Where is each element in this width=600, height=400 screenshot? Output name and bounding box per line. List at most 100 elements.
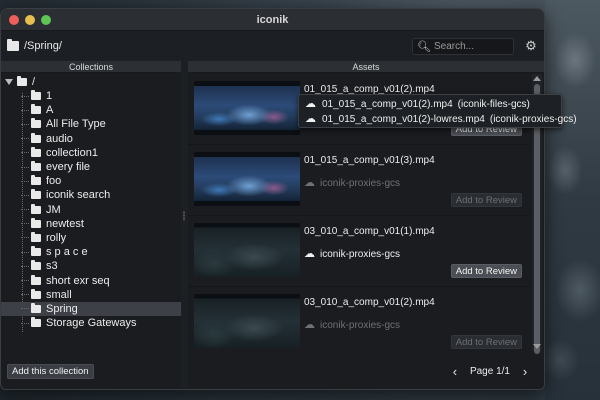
splitter-grip-icon[interactable] <box>183 211 185 221</box>
desktop-background <box>545 0 600 400</box>
storage-location[interactable]: ☁︎ iconik-proxies-gcs <box>304 320 400 332</box>
collection-item[interactable]: A <box>1 103 181 117</box>
folder-icon <box>31 302 41 313</box>
folder-icon <box>31 118 41 129</box>
pagination: ‹ Page 1/1 › <box>448 364 532 379</box>
asset-filename: 03_010_a_comp_v01(1).mp4 <box>304 226 435 237</box>
collection-label: A <box>46 104 54 117</box>
zoom-window-button[interactable] <box>41 15 51 25</box>
window-controls <box>9 15 51 25</box>
folder-icon <box>31 231 41 242</box>
file-location-option[interactable]: ☁︎ 01_015_a_comp_v01(2).mp4 (iconik-files-… <box>299 97 561 112</box>
collection-label: iconik search <box>46 189 111 202</box>
chevron-right-icon[interactable]: › <box>518 364 532 379</box>
collection-item[interactable]: foo <box>1 174 181 188</box>
add-collection-button[interactable]: Add this collection <box>7 363 94 379</box>
gear-icon[interactable]: ⚙ <box>524 38 538 54</box>
collection-label: s p a c e <box>46 246 88 259</box>
folder-icon <box>31 260 41 271</box>
collection-item[interactable]: audio <box>1 132 181 146</box>
scroll-down-icon[interactable] <box>533 344 541 349</box>
collection-item[interactable]: newtest <box>1 217 181 231</box>
search-icon: 🔍︎ <box>417 40 431 53</box>
tree-root-label: / <box>32 76 36 88</box>
expand-triangle-icon[interactable] <box>5 79 13 85</box>
folder-icon <box>31 217 41 228</box>
collection-item[interactable]: s p a c e <box>1 245 181 259</box>
option-location: (iconik-proxies-gcs) <box>489 114 577 125</box>
add-to-review-button[interactable]: Add to Review <box>450 264 522 278</box>
tree-connector <box>21 223 29 225</box>
collection-item[interactable]: iconik search <box>1 188 181 202</box>
collection-item[interactable]: 1 <box>1 89 181 103</box>
tree-connector <box>21 180 29 182</box>
search-box[interactable]: 🔍︎ <box>412 37 514 55</box>
collection-item[interactable]: rolly <box>1 231 181 245</box>
tree-root[interactable]: / <box>1 75 181 89</box>
tree-connector <box>21 95 29 97</box>
option-filename: 01_015_a_comp_v01(2).mp4 <box>322 99 453 110</box>
folder-icon <box>7 39 19 51</box>
folder-icon <box>31 132 41 143</box>
collection-label: Storage Gateways <box>46 317 137 330</box>
collection-label: short exr seq <box>46 274 110 287</box>
asset-thumbnail[interactable] <box>194 81 300 135</box>
close-window-button[interactable] <box>9 15 19 25</box>
collection-label: JM <box>46 203 61 216</box>
folder-icon <box>31 288 41 299</box>
search-input[interactable] <box>433 40 512 52</box>
collection-label: audio <box>46 132 73 145</box>
collection-label: Spring <box>46 302 78 315</box>
tree-connector <box>21 251 29 253</box>
asset-filename: 01_015_a_comp_v01(3).mp4 <box>304 155 435 166</box>
asset-row[interactable]: 03_010_a_comp_v01(1).mp4 ☁︎ iconik-proxies… <box>188 216 530 287</box>
cloud-icon: ☁︎ <box>304 177 315 189</box>
window-title: iconik <box>256 13 289 26</box>
collection-label: s3 <box>46 260 58 273</box>
asset-thumbnail[interactable] <box>194 294 300 348</box>
asset-thumbnail[interactable] <box>194 223 300 277</box>
collection-item[interactable]: every file <box>1 160 181 174</box>
footer-bar: Add this collection ‹ Page 1/1 › <box>1 353 544 389</box>
tree-connector <box>21 322 29 324</box>
asset-filename: 03_010_a_comp_v01(2).mp4 <box>304 297 435 308</box>
folder-icon <box>31 146 41 157</box>
tree-connector <box>21 194 29 196</box>
collection-item[interactable]: All File Type <box>1 117 181 131</box>
scroll-up-icon[interactable] <box>533 76 541 81</box>
collection-label: collection1 <box>46 146 98 159</box>
collection-item[interactable]: collection1 <box>1 146 181 160</box>
storage-name: iconik-proxies-gcs <box>320 178 401 189</box>
option-filename: 01_015_a_comp_v01(2)-lowres.mp4 <box>322 114 485 125</box>
collection-item[interactable]: Storage Gateways <box>1 316 181 330</box>
add-to-review-button[interactable]: Add to Review <box>450 193 522 207</box>
storage-location[interactable]: ☁︎ iconik-proxies-gcs <box>304 249 400 261</box>
assets-header: Assets <box>188 61 544 73</box>
folder-icon <box>31 274 41 285</box>
title-bar: iconik <box>1 9 544 31</box>
asset-row[interactable]: 01_015_a_comp_v01(3).mp4 ☁︎ iconik-proxies… <box>188 145 530 216</box>
cloud-icon: ☁︎ <box>305 98 316 110</box>
collection-label: All File Type <box>46 118 106 131</box>
file-location-option[interactable]: ☁︎ 01_015_a_comp_v01(2)-lowres.mp4 (iconik… <box>299 112 577 127</box>
collection-item[interactable]: small <box>1 288 181 302</box>
cloud-icon: ☁︎ <box>305 113 316 125</box>
minimize-window-button[interactable] <box>25 15 35 25</box>
collection-item[interactable]: JM <box>1 203 181 217</box>
collections-tree: / 1 A All File Type audio collection1 every f… <box>1 73 181 332</box>
asset-thumbnail[interactable] <box>194 152 300 206</box>
toolbar: /Spring/ 🔍︎ ⚙ <box>1 31 544 61</box>
collection-item[interactable]: Spring <box>1 301 181 316</box>
panel-splitter[interactable] <box>181 61 188 389</box>
chevron-left-icon[interactable]: ‹ <box>448 364 462 379</box>
folder-icon <box>17 76 27 86</box>
asset-row[interactable]: 03_010_a_comp_v01(2).mp4 ☁︎ iconik-proxies… <box>188 287 530 351</box>
tree-connector <box>21 166 29 168</box>
folder-icon <box>31 189 41 200</box>
collection-item[interactable]: s3 <box>1 259 181 273</box>
add-to-review-button[interactable]: Add to Review <box>450 335 522 349</box>
collection-item[interactable]: short exr seq <box>1 273 181 287</box>
storage-location[interactable]: ☁︎ iconik-proxies-gcs <box>304 177 401 190</box>
folder-icon <box>31 203 41 214</box>
page-indicator: Page 1/1 <box>469 365 510 377</box>
